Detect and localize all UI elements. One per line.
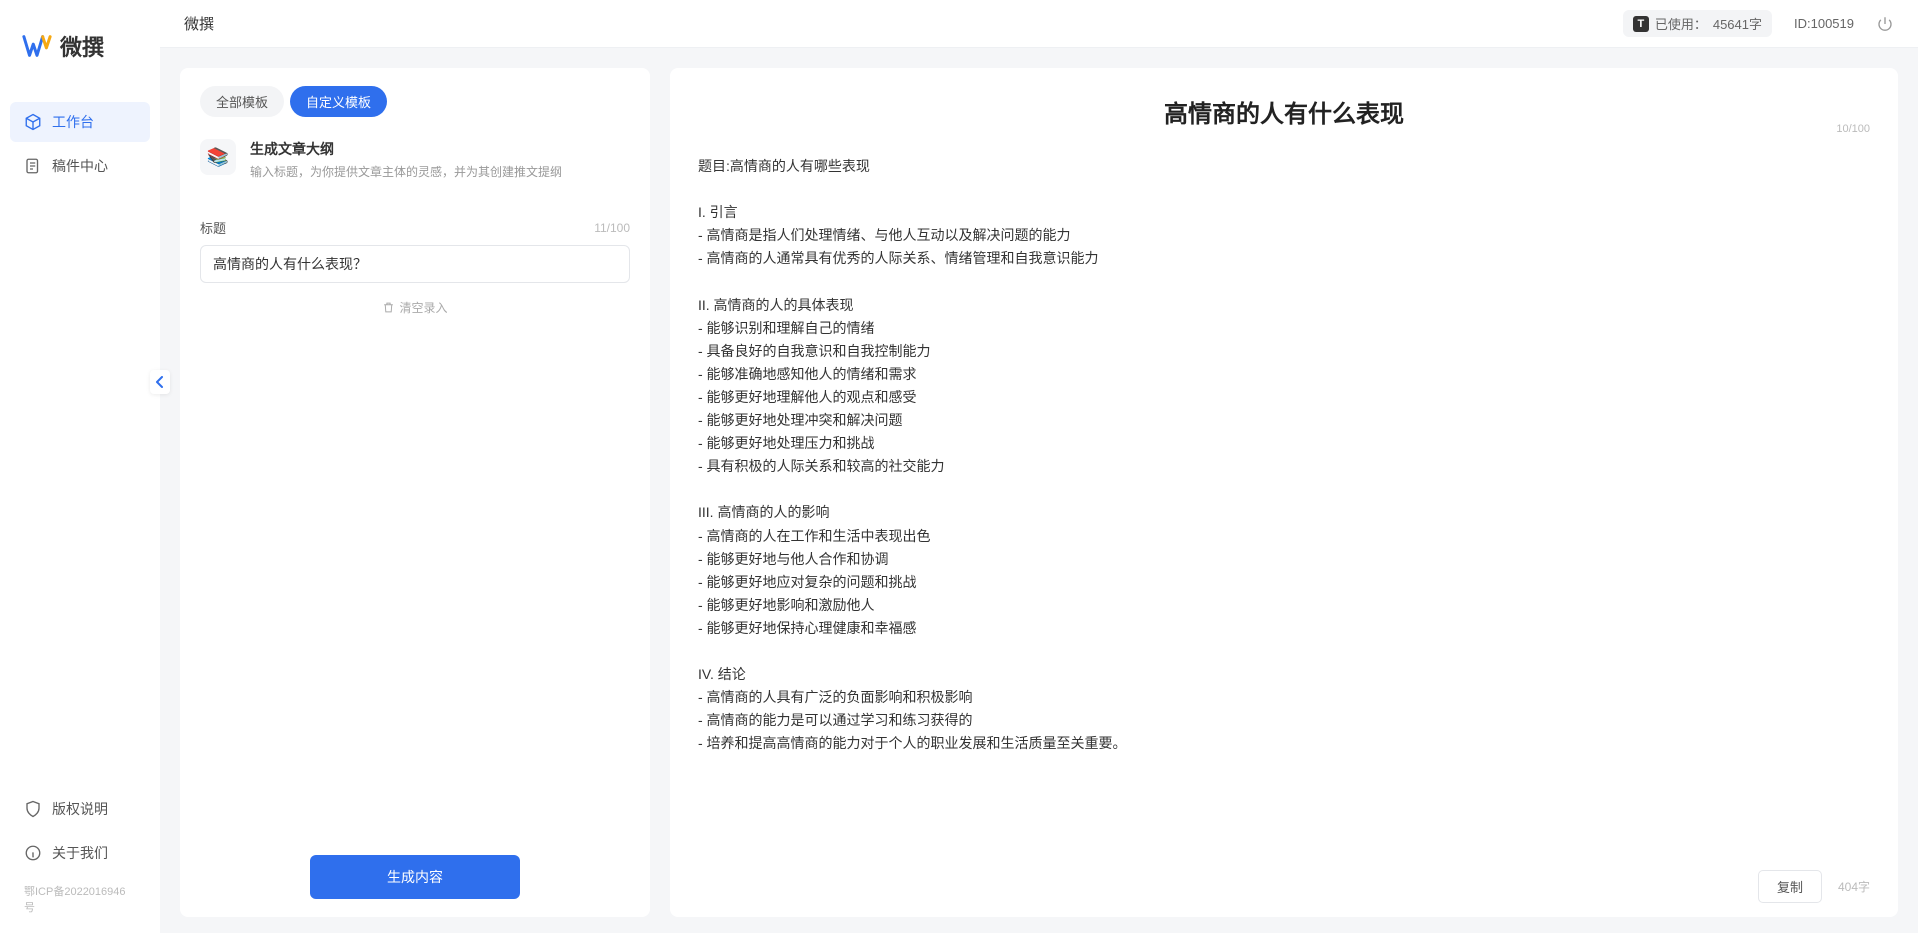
power-icon[interactable] <box>1876 15 1894 33</box>
usage-badge[interactable]: T 已使用： 45641字 <box>1623 10 1772 37</box>
shield-icon <box>24 800 42 818</box>
generate-button[interactable]: 生成内容 <box>310 855 520 899</box>
tabs: 全部模板 自定义模板 <box>200 86 630 117</box>
doc-icon <box>24 157 42 175</box>
template-card[interactable]: 📚 生成文章大纲 输入标题，为你提供文章主体的灵感，并为其创建推文提纲 <box>200 135 630 198</box>
nav-item-copyright[interactable]: 版权说明 <box>10 789 150 829</box>
logo-text: 微撰 <box>60 30 104 62</box>
usage-value: 45641字 <box>1713 14 1762 33</box>
sidebar-bottom: 版权说明 关于我们 鄂ICP备2022016946号 <box>0 789 160 923</box>
topbar: 微撰 T 已使用： 45641字 ID:100519 <box>160 0 1918 48</box>
word-count: 404字 <box>1838 878 1870 895</box>
usage-label: 已使用： <box>1655 14 1707 33</box>
doc-title-count: 10/100 <box>1836 123 1870 135</box>
clear-label: 清空录入 <box>399 299 447 316</box>
logo-icon <box>22 31 52 61</box>
sidebar-collapse-button[interactable] <box>150 370 170 394</box>
title-input[interactable] <box>200 245 630 283</box>
template-desc: 输入标题，为你提供文章主体的灵感，并为其创建推文提纲 <box>250 163 562 180</box>
title-field-header: 标题 11/100 <box>200 218 630 237</box>
doc-footer: 复制 404字 <box>698 858 1870 903</box>
template-info: 生成文章大纲 输入标题，为你提供文章主体的灵感，并为其创建推文提纲 <box>250 139 562 180</box>
usage-icon: T <box>1633 16 1649 32</box>
nav-item-about[interactable]: 关于我们 <box>10 833 150 873</box>
tab-all-templates[interactable]: 全部模板 <box>200 86 284 117</box>
nav-item-label: 稿件中心 <box>52 156 108 176</box>
template-panel: 全部模板 自定义模板 📚 生成文章大纲 输入标题，为你提供文章主体的灵感，并为其… <box>180 68 650 917</box>
nav-item-workspace[interactable]: 工作台 <box>10 102 150 142</box>
logo[interactable]: 微撰 <box>0 30 160 102</box>
nav-item-label: 版权说明 <box>52 799 108 819</box>
clear-input-button[interactable]: 清空录入 <box>200 299 630 316</box>
topbar-right: T 已使用： 45641字 ID:100519 <box>1623 10 1894 37</box>
nav-item-label: 工作台 <box>52 112 94 132</box>
template-icon: 📚 <box>200 139 236 175</box>
info-icon <box>24 844 42 862</box>
content: 全部模板 自定义模板 📚 生成文章大纲 输入标题，为你提供文章主体的灵感，并为其… <box>160 48 1918 933</box>
title-label: 标题 <box>200 218 226 237</box>
doc-header: 高情商的人有什么表现 10/100 <box>698 88 1870 135</box>
main: 微撰 T 已使用： 45641字 ID:100519 全部模板 自定义模板 <box>160 0 1918 933</box>
copy-button[interactable]: 复制 <box>1758 870 1822 903</box>
output-panel: 高情商的人有什么表现 10/100 题目:高情商的人有哪些表现 I. 引言 - … <box>670 68 1898 917</box>
trash-icon <box>382 301 395 314</box>
nav: 工作台 稿件中心 <box>0 102 160 789</box>
cube-icon <box>24 113 42 131</box>
nav-item-drafts[interactable]: 稿件中心 <box>10 146 150 186</box>
nav-item-label: 关于我们 <box>52 843 108 863</box>
page-title: 微撰 <box>184 13 214 34</box>
icp-text: 鄂ICP备2022016946号 <box>10 877 150 915</box>
doc-title[interactable]: 高情商的人有什么表现 <box>698 88 1870 135</box>
template-title: 生成文章大纲 <box>250 139 562 159</box>
sidebar: 微撰 工作台 稿件中心 <box>0 0 160 933</box>
user-id: ID:100519 <box>1794 16 1854 31</box>
doc-body[interactable]: 题目:高情商的人有哪些表现 I. 引言 - 高情商是指人们处理情绪、与他人互动以… <box>698 155 1870 858</box>
tab-custom-templates[interactable]: 自定义模板 <box>290 86 387 117</box>
title-char-count: 11/100 <box>594 221 630 235</box>
